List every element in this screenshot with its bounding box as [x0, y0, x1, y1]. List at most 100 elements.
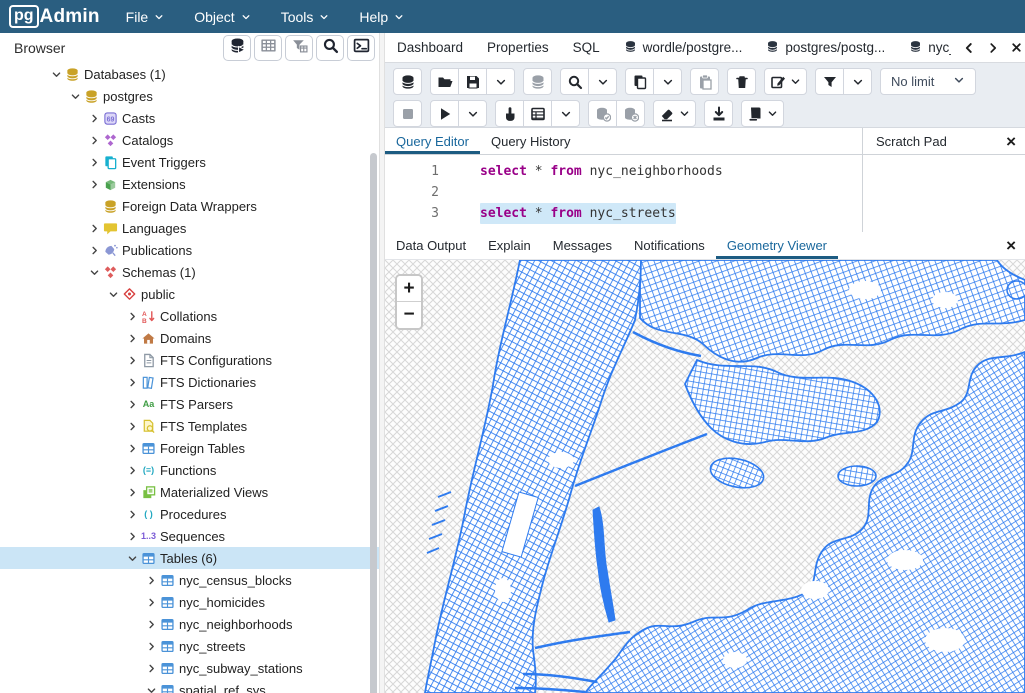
- tree-item-fts-configurations[interactable]: FTS Configurations: [0, 349, 379, 371]
- chevron-right-icon[interactable]: [143, 660, 159, 676]
- editor-tab-query-editor[interactable]: Query Editor: [385, 128, 480, 154]
- map-zoom-in-button[interactable]: +: [397, 276, 421, 302]
- chevron-right-icon[interactable]: [124, 352, 140, 368]
- map-zoom-out-button[interactable]: −: [397, 302, 421, 328]
- chevron-right-icon[interactable]: [86, 110, 102, 126]
- results-tab-geometry-viewer[interactable]: Geometry Viewer: [716, 232, 838, 259]
- tree-item-nyc-homicides[interactable]: nyc_homicides: [0, 591, 379, 613]
- find-button[interactable]: [560, 68, 589, 95]
- chevron-down-icon[interactable]: [143, 682, 159, 693]
- chevron-right-icon[interactable]: [124, 462, 140, 478]
- tree-item-tables-6-[interactable]: Tables (6): [0, 547, 379, 569]
- commit-button[interactable]: [588, 100, 617, 127]
- chevron-right-icon[interactable]: [143, 638, 159, 654]
- macros-button[interactable]: [741, 100, 784, 127]
- chevron-right-icon[interactable]: [124, 330, 140, 346]
- download-results-button[interactable]: [704, 100, 733, 127]
- tab-close-icon[interactable]: [1010, 41, 1023, 54]
- main-tab-wordle-postgre-[interactable]: wordle/postgre...: [612, 33, 755, 62]
- edit-menu-button[interactable]: [764, 68, 807, 95]
- scratch-pad-close-icon[interactable]: ×: [1006, 133, 1016, 150]
- tree-item-nyc-census-blocks[interactable]: nyc_census_blocks: [0, 569, 379, 591]
- results-tab-explain[interactable]: Explain: [477, 232, 542, 259]
- main-tab-postgres-postg-[interactable]: postgres/postg...: [754, 33, 897, 62]
- search-objects-icon-button[interactable]: [316, 35, 344, 61]
- tree-item-nyc-neighborhoods[interactable]: nyc_neighborhoods: [0, 613, 379, 635]
- tree-item-fts-templates[interactable]: FTS Templates: [0, 415, 379, 437]
- connection-status-button[interactable]: [393, 68, 422, 95]
- filter-button[interactable]: [815, 68, 844, 95]
- change-connection-button[interactable]: [523, 68, 552, 95]
- tree-item-catalogs[interactable]: Catalogs: [0, 129, 379, 151]
- tree-item-procedures[interactable]: ( )Procedures: [0, 503, 379, 525]
- scratch-pad-body[interactable]: [863, 155, 1025, 232]
- tree-item-sequences[interactable]: 1..3Sequences: [0, 525, 379, 547]
- chevron-right-icon[interactable]: [86, 154, 102, 170]
- delete-button[interactable]: [727, 68, 756, 95]
- main-tab-dashboard[interactable]: Dashboard: [385, 33, 475, 62]
- sql-editor[interactable]: 1select * from nyc_neighborhoods23select…: [385, 155, 862, 232]
- chevron-right-icon[interactable]: [124, 528, 140, 544]
- results-close-icon[interactable]: ×: [1006, 237, 1025, 254]
- tree-item-functions[interactable]: (≡)Functions: [0, 459, 379, 481]
- tree-item-casts[interactable]: 69Casts: [0, 107, 379, 129]
- chevron-down-icon[interactable]: [48, 66, 64, 82]
- chevron-down-icon[interactable]: [67, 88, 83, 104]
- explain-analyze-button[interactable]: [523, 100, 552, 127]
- tree-item-nyc-subway-stations[interactable]: nyc_subway_stations: [0, 657, 379, 679]
- tree-item-databases-1-[interactable]: Databases (1): [0, 63, 379, 85]
- chevron-right-icon[interactable]: [124, 506, 140, 522]
- paste-button[interactable]: [690, 68, 719, 95]
- explain-options-button[interactable]: [551, 100, 580, 127]
- results-tab-messages[interactable]: Messages: [542, 232, 623, 259]
- tab-scroll-left-icon[interactable]: [962, 41, 976, 55]
- tree-item-postgres[interactable]: postgres: [0, 85, 379, 107]
- tree-item-event-triggers[interactable]: Event Triggers: [0, 151, 379, 173]
- menu-help[interactable]: Help: [359, 9, 404, 25]
- menu-tools[interactable]: Tools: [281, 9, 330, 25]
- connect-server-icon-button[interactable]: [223, 35, 251, 61]
- row-limit-select[interactable]: No limit: [880, 68, 976, 95]
- tree-item-foreign-data-wrappers[interactable]: Foreign Data Wrappers: [0, 195, 379, 217]
- tree-item-fts-parsers[interactable]: AaFTS Parsers: [0, 393, 379, 415]
- find-options-button[interactable]: [588, 68, 617, 95]
- chevron-right-icon[interactable]: [86, 132, 102, 148]
- filter-options-button[interactable]: [843, 68, 872, 95]
- chevron-right-icon[interactable]: [86, 176, 102, 192]
- tree-item-foreign-tables[interactable]: Foreign Tables: [0, 437, 379, 459]
- tree-item-languages[interactable]: Languages: [0, 217, 379, 239]
- chevron-down-icon[interactable]: [86, 264, 102, 280]
- chevron-right-icon[interactable]: [124, 484, 140, 500]
- save-file-button[interactable]: [458, 68, 487, 95]
- copy-button[interactable]: [625, 68, 654, 95]
- results-tab-notifications[interactable]: Notifications: [623, 232, 716, 259]
- tree-item-spatial-ref-sys[interactable]: spatial_ref_sys: [0, 679, 379, 693]
- tree-item-publications[interactable]: Publications: [0, 239, 379, 261]
- save-options-button[interactable]: [486, 68, 515, 95]
- cancel-query-button[interactable]: [393, 100, 422, 127]
- tree-item-extensions[interactable]: Extensions: [0, 173, 379, 195]
- tree-item-domains[interactable]: Domains: [0, 327, 379, 349]
- execute-query-button[interactable]: [430, 100, 459, 127]
- tab-scroll-right-icon[interactable]: [986, 41, 1000, 55]
- menu-object[interactable]: Object: [194, 9, 250, 25]
- open-file-button[interactable]: [430, 68, 459, 95]
- chevron-right-icon[interactable]: [124, 374, 140, 390]
- main-tab-properties[interactable]: Properties: [475, 33, 561, 62]
- chevron-down-icon[interactable]: [105, 286, 121, 302]
- tree-scrollbar[interactable]: [370, 153, 377, 693]
- tree-item-schemas-1-[interactable]: Schemas (1): [0, 261, 379, 283]
- tree-item-collations[interactable]: ABCollations: [0, 305, 379, 327]
- tree-item-materialized-views[interactable]: Materialized Views: [0, 481, 379, 503]
- chevron-right-icon[interactable]: [86, 220, 102, 236]
- chevron-down-icon[interactable]: [124, 550, 140, 566]
- psql-tool-icon-button[interactable]: [347, 35, 375, 61]
- results-tab-data-output[interactable]: Data Output: [385, 232, 477, 259]
- chevron-right-icon[interactable]: [124, 308, 140, 324]
- explain-button[interactable]: [495, 100, 524, 127]
- chevron-right-icon[interactable]: [86, 242, 102, 258]
- chevron-right-icon[interactable]: [143, 616, 159, 632]
- chevron-right-icon[interactable]: [143, 572, 159, 588]
- menu-file[interactable]: File: [126, 9, 165, 25]
- tree-item-nyc-streets[interactable]: nyc_streets: [0, 635, 379, 657]
